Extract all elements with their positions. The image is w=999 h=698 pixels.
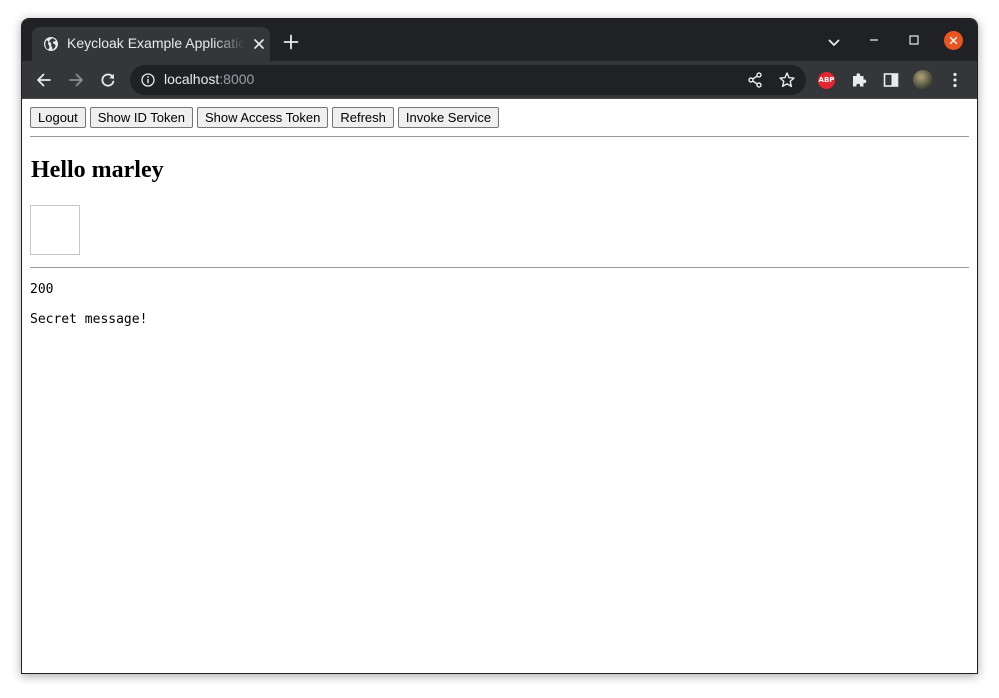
- action-buttons: Logout Show ID Token Show Access Token R…: [30, 107, 500, 128]
- forward-arrow-icon[interactable]: [67, 71, 85, 89]
- service-response-message: Secret message!: [30, 312, 148, 327]
- back-arrow-icon[interactable]: [35, 71, 53, 89]
- url-text[interactable]: localhost:8000: [164, 71, 254, 87]
- tab-close-icon[interactable]: [251, 36, 267, 52]
- info-icon[interactable]: [141, 73, 155, 87]
- refresh-button[interactable]: Refresh: [332, 107, 394, 128]
- bookmark-star-icon[interactable]: [778, 71, 796, 89]
- reload-icon[interactable]: [99, 71, 117, 89]
- browser-toolbar: localhost:8000 ABP: [22, 61, 977, 99]
- greeting-heading: Hello marley: [31, 157, 164, 183]
- browser-window: Keycloak Example Application localhost:8…: [21, 18, 978, 674]
- show-access-token-button[interactable]: Show Access Token: [196, 107, 329, 128]
- maximize-icon[interactable]: [907, 33, 921, 47]
- window-close-button[interactable]: [944, 31, 963, 50]
- close-icon: [949, 36, 958, 45]
- profile-avatar[interactable]: [913, 70, 933, 90]
- divider: [30, 267, 969, 268]
- address-bar[interactable]: localhost:8000: [130, 65, 806, 95]
- user-picture: [30, 205, 80, 255]
- tab-title: Keycloak Example Application: [67, 35, 245, 51]
- adblock-plus-icon[interactable]: ABP: [818, 72, 835, 89]
- side-panel-icon[interactable]: [882, 71, 900, 89]
- tab-strip: Keycloak Example Application: [22, 19, 977, 61]
- show-id-token-button[interactable]: Show ID Token: [89, 107, 193, 128]
- extensions-puzzle-icon[interactable]: [850, 71, 868, 89]
- url-port: :8000: [219, 71, 255, 87]
- invoke-service-button[interactable]: Invoke Service: [397, 107, 500, 128]
- tab-keycloak-example[interactable]: Keycloak Example Application: [32, 27, 270, 61]
- minimize-icon[interactable]: [867, 33, 881, 47]
- globe-icon: [44, 37, 58, 51]
- divider: [30, 136, 969, 137]
- page-content: Logout Show ID Token Show Access Token R…: [22, 99, 977, 673]
- share-icon[interactable]: [746, 71, 764, 89]
- chevron-down-icon[interactable]: [827, 36, 841, 50]
- url-host: localhost: [164, 71, 220, 87]
- response-status-code: 200: [30, 282, 54, 297]
- new-tab-icon[interactable]: [283, 34, 299, 50]
- more-menu-icon[interactable]: [946, 71, 964, 89]
- logout-button[interactable]: Logout: [30, 107, 86, 128]
